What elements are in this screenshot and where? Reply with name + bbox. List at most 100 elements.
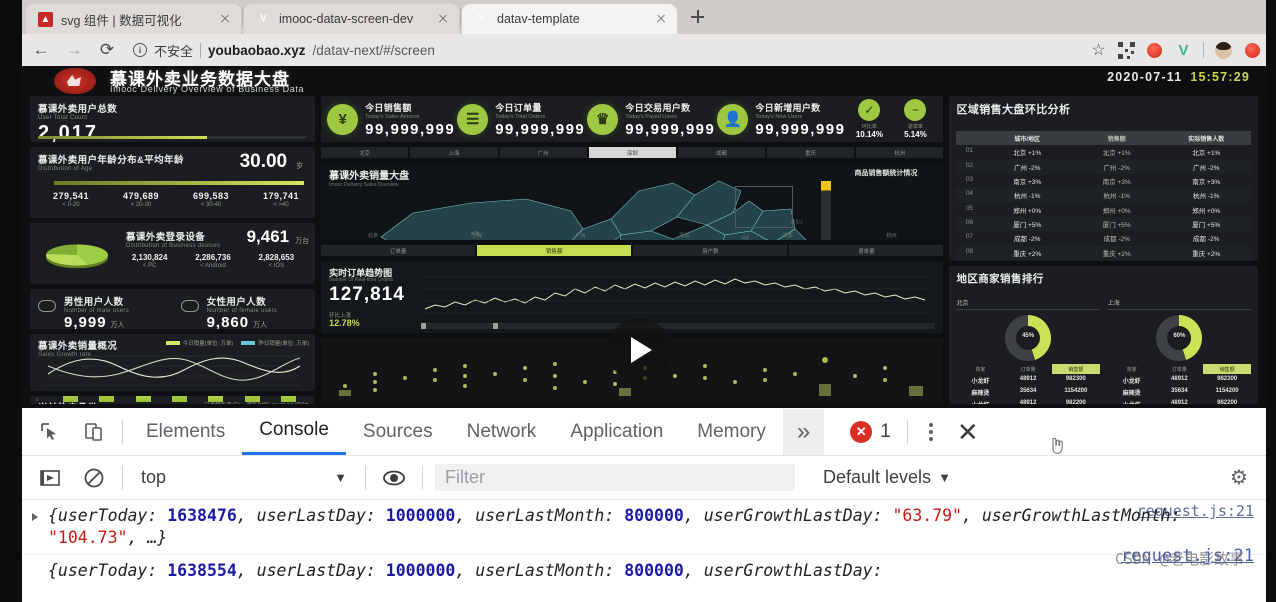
customize-menu-icon[interactable]: [914, 422, 948, 441]
inspect-element-icon[interactable]: [28, 410, 72, 454]
card-title-cn: 慕课外卖登录设备: [126, 231, 206, 243]
tab-console[interactable]: Console: [242, 409, 346, 455]
gear-icon[interactable]: ⚙: [1218, 465, 1260, 490]
resume-icon[interactable]: [28, 456, 72, 500]
execution-context-select[interactable]: top ▼: [129, 467, 359, 488]
clock-time: 15:57:29: [1190, 70, 1250, 84]
table-row[interactable]: 04 杭州 -1% 杭州 -1% 杭州 -1%: [956, 188, 1251, 203]
tab-elements[interactable]: Elements: [129, 409, 242, 455]
map-tab-shenzhen-active[interactable]: 深圳: [588, 147, 676, 158]
log-text-1-0: {userToday:: [48, 561, 168, 581]
tab-memory[interactable]: Memory: [680, 409, 783, 455]
map-tab-hangzhou[interactable]: 杭州: [856, 147, 944, 158]
sub-tab-sales-active[interactable]: 销售额: [477, 245, 632, 256]
china-sales-map[interactable]: 慕课外卖销量大盘 Imooc Delivery Sales Overview 商…: [321, 163, 944, 240]
table-row[interactable]: 02 广州 -2% 广州 -2% 广州 -2%: [956, 159, 1251, 174]
card-title-cn: 男性用户人数: [64, 296, 124, 308]
table-row[interactable]: 01 北京 +1% 北京 +1% 北京 +1%: [956, 145, 1251, 159]
url-divider: [200, 42, 202, 58]
kpi-title-cn: 今日新增用户数: [755, 102, 821, 113]
qr-code-icon[interactable]: [1118, 41, 1135, 59]
toolbar-divider: [422, 465, 423, 490]
browser-chrome: ▲ svg 组件 | 数据可视化 V imooc-datav-screen-de…: [0, 0, 1276, 66]
card-login-devices: 慕课外卖登录设备 Distribution of Business device…: [30, 222, 316, 284]
map-tab-chengdu[interactable]: 成都: [677, 147, 766, 158]
url-path: /datav-next/#/screen: [312, 42, 435, 58]
ranking-tab[interactable]: 上海: [1107, 298, 1251, 310]
device-toolbar-icon[interactable]: [72, 410, 116, 454]
metric-sub-tabs[interactable]: 订单量 销售额 用户数 退单量: [321, 245, 944, 256]
hot-bar-chart: [52, 396, 307, 402]
profile-avatar[interactable]: [1214, 41, 1233, 60]
extension-red-icon[interactable]: [1145, 41, 1164, 60]
sub-tab-orders[interactable]: 订单量: [321, 245, 476, 256]
timeline-slider[interactable]: [421, 323, 936, 329]
reload-icon[interactable]: ⟳: [92, 35, 122, 65]
toolbar-divider: [122, 465, 123, 490]
bookmark-star-icon[interactable]: ☆: [1089, 41, 1108, 60]
sub-tab-users[interactable]: 用户数: [633, 245, 788, 256]
console-output[interactable]: request.js:21 {userToday: 1638476, userL…: [22, 500, 1266, 600]
more-tabs-button[interactable]: »: [782, 408, 825, 455]
browser-tab-1[interactable]: ▲ svg 组件 | 数据可视化: [26, 4, 241, 34]
col-sales: 销售额: [1107, 136, 1126, 143]
table-row[interactable]: 07 成都 -2% 成都 -2% 成都 -2%: [956, 231, 1251, 245]
col-users: 实际销售人数: [1188, 136, 1225, 143]
table-row[interactable]: 03 南京 +3% 南京 +3% 南京 +3%: [956, 174, 1251, 188]
map-city-tabs[interactable]: 北京 上海 广州 深圳 成都 重庆 杭州: [321, 147, 944, 158]
browser-tab-3-active[interactable]: V datav-template: [462, 4, 677, 34]
back-icon[interactable]: ←: [26, 35, 56, 65]
console-log-entry[interactable]: {userToday: 1638554, userLastDay: 100000…: [22, 555, 1266, 587]
table-row[interactable]: 06 厦门 +5% 厦门 +5% 厦门 +5%: [956, 216, 1251, 232]
device-total-unit: 万台: [295, 237, 310, 245]
kpi-sales-amount: ¥ 今日销售额 Today's Sales Amount 99,999,999: [327, 101, 455, 138]
table-row[interactable]: 05 郑州 +0% 郑州 +0% 郑州 +0%: [956, 203, 1251, 217]
ranking-pane-shanghai: 上海 60% 商家 订单量 销售额 小龙虾 48912 982300 麻辣烫 3563…: [1107, 298, 1252, 404]
toolbar-divider: [122, 419, 123, 444]
log-text-0-4: , userLastMonth:: [455, 506, 625, 525]
vue-devtools-icon[interactable]: V: [1174, 41, 1193, 60]
log-levels-select[interactable]: Default levels ▼: [823, 467, 951, 488]
dashboard-left-column: 慕课外卖用户总数 User Total Count 2,017 每日增长率: 6…: [30, 96, 316, 404]
dashboard-header: 慕课外卖业务数据大盘 Imooc Delivery Overview of Bu…: [22, 66, 1266, 96]
live-expression-icon[interactable]: [372, 456, 416, 500]
extension-red2-icon[interactable]: [1243, 41, 1262, 60]
sub-tab-refunds[interactable]: 退单量: [789, 245, 944, 256]
map-tab-guangzhou[interactable]: 广州: [499, 147, 587, 158]
age-bucket: 179,741 < >40: [262, 191, 300, 209]
average-age-value: 30.00: [239, 151, 288, 173]
error-indicator[interactable]: ✕ 1: [850, 420, 891, 443]
close-devtools-icon[interactable]: ✕: [948, 419, 988, 445]
growth-line-chart: [46, 355, 301, 386]
map-tab-shanghai[interactable]: 上海: [410, 147, 498, 158]
clear-console-icon[interactable]: [72, 456, 116, 500]
play-icon[interactable]: [607, 318, 671, 382]
filter-input[interactable]: Filter: [435, 464, 795, 491]
female-gender-icon: [180, 299, 199, 312]
console-toolbar: top ▼ Filter Default levels ▼ ⚙: [22, 456, 1266, 500]
tab-sources[interactable]: Sources: [346, 409, 450, 455]
address-bar[interactable]: i 不安全 youbaobao.xyz/datav-next/#/screen: [125, 39, 1086, 61]
table-row[interactable]: 08 重庆 +2% 重庆 +2% 重庆 +2%: [956, 245, 1251, 260]
card-hot-categories: 当前热卖品类 Hot Categories 品类销售量(万) 更新时间: 11:…: [30, 396, 316, 404]
map-tab-chongqing[interactable]: 重庆: [767, 147, 855, 158]
table-row[interactable]: 09合肥 -1%合肥 -1%合肥 -1%: [956, 260, 1251, 261]
kpi-title-en: Today's New Users: [755, 113, 803, 120]
ranking-tab[interactable]: 北京: [956, 298, 1100, 310]
close-icon[interactable]: [653, 11, 669, 27]
map-tab-beijing[interactable]: 北京: [321, 147, 409, 158]
kpi-mini-label: 退单率: [907, 124, 923, 130]
tab-network[interactable]: Network: [450, 409, 554, 455]
tab-divider: [460, 8, 461, 26]
kpi-total-orders: ☰ 今日订单量 Today's Total Orders 99,999,999: [457, 101, 585, 138]
console-log-entry[interactable]: {userToday: 1638476, userLastDay: 100000…: [22, 500, 1266, 556]
browser-tab-2[interactable]: V imooc-datav-screen-dev: [244, 4, 459, 34]
close-icon[interactable]: [217, 11, 233, 27]
expand-arrow-icon[interactable]: [32, 513, 38, 521]
device-total-value: 9,461: [246, 226, 290, 246]
new-tab-button[interactable]: [683, 3, 711, 31]
minus-icon: −: [904, 99, 927, 121]
tab-application[interactable]: Application: [553, 409, 680, 455]
close-icon[interactable]: [435, 11, 451, 27]
info-icon[interactable]: i: [133, 43, 147, 57]
